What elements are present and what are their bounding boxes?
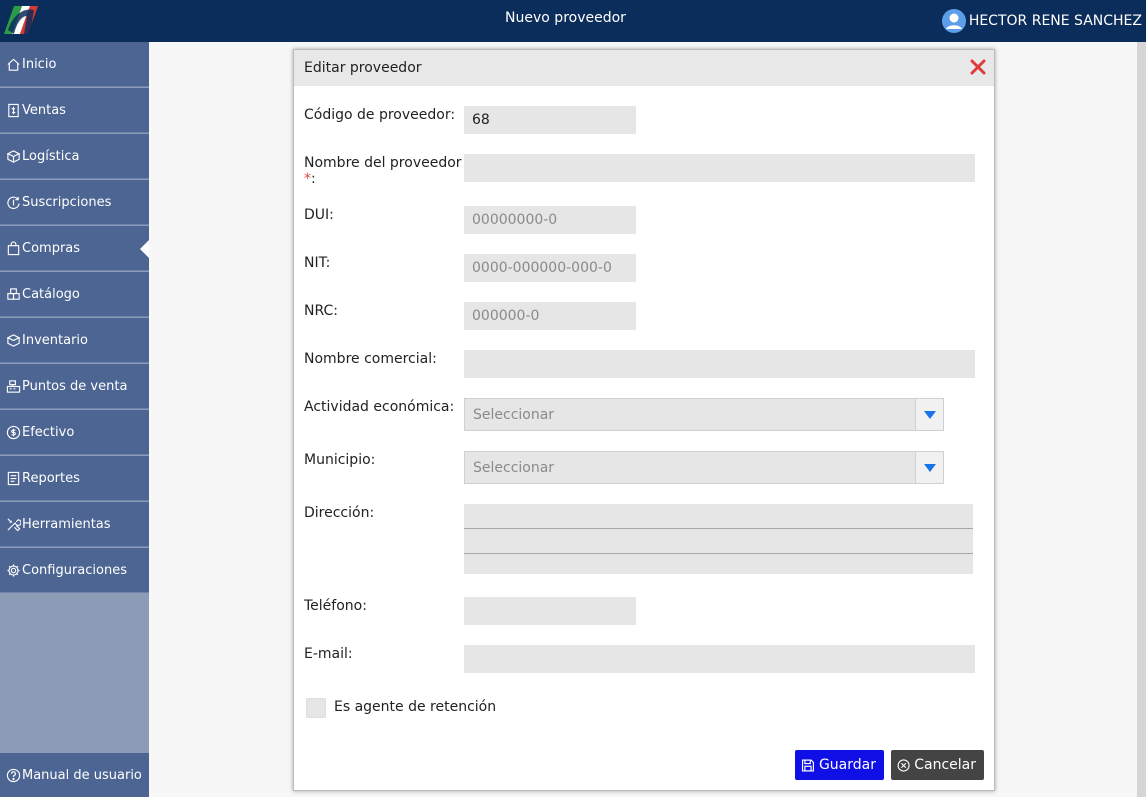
page-scrollbar[interactable]: [1137, 42, 1146, 797]
sidebar-item-reportes[interactable]: Reportes: [0, 456, 149, 501]
dialog-header: Editar proveedor: [294, 50, 994, 86]
address-textarea[interactable]: [464, 504, 973, 574]
address-label: Dirección:: [304, 505, 375, 521]
sidebar-item-suscripciones[interactable]: Suscripciones: [0, 180, 149, 225]
sidebar: Inicio Ventas Logística Suscripciones Co…: [0, 42, 149, 797]
sidebar-item-label: Puntos de venta: [22, 378, 128, 394]
sidebar-item-configuraciones[interactable]: Configuraciones: [0, 548, 149, 593]
sidebar-item-compras[interactable]: Compras: [0, 226, 149, 271]
supplier-name-input[interactable]: [464, 154, 975, 182]
required-mark: *: [304, 171, 311, 187]
sidebar-item-label: Inicio: [22, 56, 57, 72]
sidebar-item-label: Efectivo: [22, 424, 75, 440]
top-bar: Nuevo proveedor HECTOR RENE SANCHEZ: [0, 0, 1146, 42]
sidebar-item-logistica[interactable]: Logística: [0, 134, 149, 179]
sidebar-item-inventario[interactable]: Inventario: [0, 318, 149, 363]
receipt-icon: [8, 103, 19, 117]
close-icon[interactable]: [968, 57, 988, 77]
sidebar-item-manual[interactable]: Manual de usuario: [0, 753, 149, 797]
sidebar-item-inicio[interactable]: Inicio: [0, 42, 149, 87]
edit-supplier-dialog: Editar proveedor Código de proveedor: No…: [293, 49, 995, 791]
sidebar-item-label: Catálogo: [22, 286, 80, 302]
chevron-down-icon[interactable]: [915, 452, 943, 483]
sidebar-item-label: Inventario: [22, 332, 88, 348]
tools-icon: [7, 517, 21, 531]
manual-label: Manual de usuario: [22, 767, 142, 783]
economic-activity-value: Seleccionar: [473, 406, 555, 423]
nrc-label: NRC:: [304, 303, 338, 319]
supplier-name-label: Nombre del proveedor *:: [304, 155, 462, 187]
economic-activity-label: Actividad económica:: [304, 399, 455, 415]
phone-label: Teléfono:: [304, 598, 367, 614]
save-icon: [801, 758, 814, 772]
save-button[interactable]: Guardar: [795, 750, 884, 780]
trade-name-input[interactable]: [464, 350, 975, 378]
nrc-input[interactable]: [464, 302, 636, 330]
textarea-divider: [464, 553, 973, 554]
trade-name-label: Nombre comercial:: [304, 351, 437, 367]
user-name: HECTOR RENE SANCHEZ: [968, 13, 1142, 29]
municipality-value: Seleccionar: [473, 459, 555, 476]
municipality-label: Municipio:: [304, 452, 376, 468]
home-icon: [7, 58, 20, 71]
gear-icon: [7, 563, 20, 577]
dialog-title: Editar proveedor: [304, 60, 422, 76]
sidebar-item-puntos-de-venta[interactable]: Puntos de venta: [0, 364, 149, 409]
sidebar-item-label: Logística: [22, 148, 80, 164]
shopping-bag-icon: [7, 240, 20, 255]
economic-activity-select[interactable]: Seleccionar: [464, 398, 944, 431]
sidebar-item-label: Ventas: [22, 102, 66, 118]
textarea-divider: [464, 528, 973, 529]
municipality-select[interactable]: Seleccionar: [464, 451, 944, 484]
cancel-button-label: Cancelar: [914, 757, 976, 773]
boxes-icon: [7, 287, 20, 300]
email-input[interactable]: [464, 645, 975, 673]
user-avatar-icon: [941, 9, 966, 33]
email-label: E-mail:: [304, 646, 353, 662]
cancel-button[interactable]: Cancelar: [891, 750, 984, 780]
sidebar-item-label: Compras: [22, 240, 81, 256]
sidebar-item-label: Suscripciones: [22, 194, 112, 210]
sidebar-item-catalogo[interactable]: Catálogo: [0, 272, 149, 317]
box-icon: [6, 149, 21, 163]
sidebar-item-herramientas[interactable]: Herramientas: [0, 502, 149, 547]
sidebar-item-label: Herramientas: [22, 516, 111, 532]
help-circle-icon: [6, 768, 21, 782]
inventory-icon: [6, 333, 21, 347]
dollar-circle-icon: [6, 425, 21, 439]
dui-label: DUI:: [304, 207, 334, 223]
withholding-agent-checkbox[interactable]: [306, 698, 326, 718]
nit-input[interactable]: [464, 254, 636, 282]
sidebar-item-label: Reportes: [22, 470, 80, 486]
report-icon: [7, 471, 20, 485]
dui-input[interactable]: [464, 206, 636, 234]
chevron-down-icon[interactable]: [915, 399, 943, 430]
phone-input[interactable]: [464, 597, 636, 625]
refresh-dollar-icon: [7, 196, 20, 209]
withholding-agent-label: Es agente de retención: [334, 699, 497, 715]
cash-register-icon: [6, 379, 21, 393]
user-menu[interactable]: HECTOR RENE SANCHEZ: [941, 8, 1142, 34]
sidebar-item-ventas[interactable]: Ventas: [0, 88, 149, 133]
save-button-label: Guardar: [818, 757, 876, 773]
sidebar-item-efectivo[interactable]: Efectivo: [0, 410, 149, 455]
close-circle-icon: [897, 758, 910, 772]
sidebar-item-label: Configuraciones: [22, 562, 127, 578]
supplier-code-label: Código de proveedor:: [304, 107, 456, 123]
supplier-code-input[interactable]: [464, 106, 636, 134]
nit-label: NIT:: [304, 255, 331, 271]
